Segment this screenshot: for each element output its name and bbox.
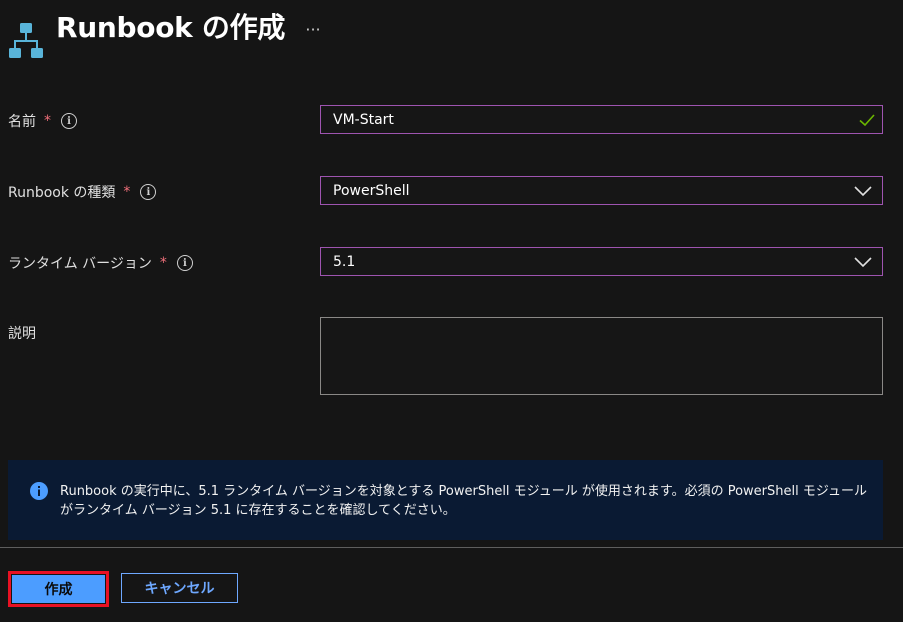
runbook-type-label-text: Runbook の種類 bbox=[8, 185, 116, 201]
runtime-version-select[interactable]: 5.1 bbox=[320, 247, 883, 276]
hierarchy-icon bbox=[9, 23, 43, 58]
description-label: 説明 bbox=[8, 323, 36, 343]
chevron-down-icon bbox=[854, 257, 872, 268]
info-circle-icon bbox=[30, 482, 48, 500]
name-input-value: VM-Start bbox=[333, 111, 394, 128]
create-runbook-panel: Runbook の作成 ··· 名前 * i VM-Start Runbook … bbox=[0, 0, 903, 622]
info-banner: Runbook の実行中に、5.1 ランタイム バージョンを対象とする Powe… bbox=[8, 460, 883, 540]
info-icon[interactable]: i bbox=[61, 113, 77, 129]
runtime-version-label: ランタイム バージョン * i bbox=[8, 253, 193, 273]
page-title: Runbook の作成 bbox=[56, 11, 286, 44]
name-label: 名前 * i bbox=[8, 111, 77, 131]
name-label-text: 名前 bbox=[8, 114, 36, 130]
panel-header: Runbook の作成 ··· bbox=[0, 0, 903, 60]
runbook-type-label: Runbook の種類 * i bbox=[8, 182, 157, 202]
runtime-version-label-text: ランタイム バージョン bbox=[8, 256, 152, 272]
info-banner-text: Runbook の実行中に、5.1 ランタイム バージョンを対象とする Powe… bbox=[60, 484, 867, 518]
runtime-version-value: 5.1 bbox=[333, 253, 356, 270]
required-mark: * bbox=[123, 184, 131, 200]
checkmark-icon bbox=[859, 114, 875, 127]
name-input[interactable]: VM-Start bbox=[320, 105, 883, 134]
info-icon[interactable]: i bbox=[140, 184, 157, 200]
footer-divider bbox=[0, 547, 903, 548]
runbook-type-value: PowerShell bbox=[333, 182, 410, 199]
cancel-button[interactable]: キャンセル bbox=[121, 573, 238, 603]
required-mark: * bbox=[44, 113, 51, 129]
chevron-down-icon bbox=[854, 186, 872, 197]
description-label-text: 説明 bbox=[8, 326, 36, 342]
description-textarea[interactable] bbox=[320, 317, 883, 395]
required-mark: * bbox=[159, 255, 167, 271]
info-icon[interactable]: i bbox=[176, 255, 193, 271]
runbook-type-select[interactable]: PowerShell bbox=[320, 176, 883, 205]
more-options-button[interactable]: ··· bbox=[300, 18, 326, 42]
create-button[interactable]: 作成 bbox=[12, 575, 105, 603]
